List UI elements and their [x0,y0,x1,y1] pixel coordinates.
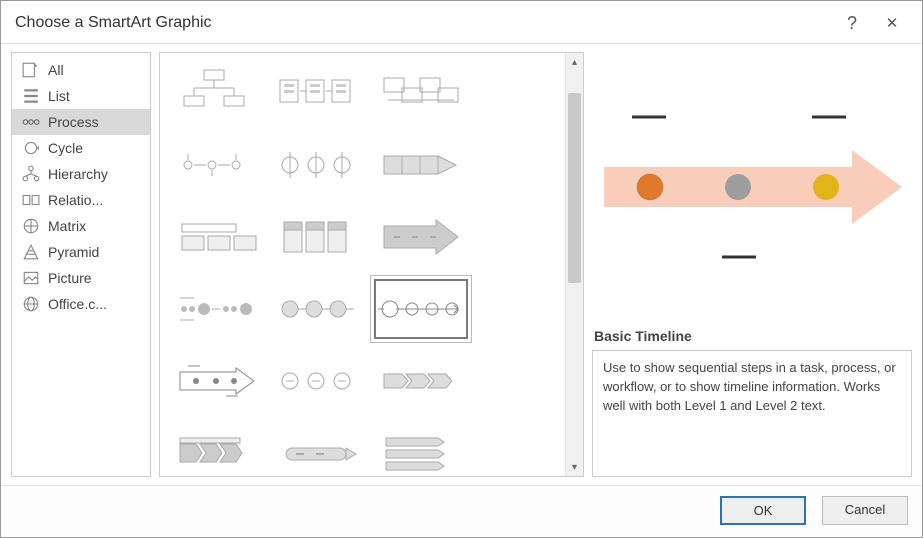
help-button[interactable]: ? [832,9,872,37]
gallery-thumb[interactable] [374,423,468,476]
sidebar-item-list[interactable]: List [12,83,150,109]
category-sidebar: All List Process Cycle Hierarchy Relatio… [11,52,151,477]
gallery-thumb[interactable] [374,135,468,195]
picture-icon [22,270,40,286]
sidebar-item-cycle[interactable]: Cycle [12,135,150,161]
sidebar-item-label: Process [48,114,99,130]
hierarchy-icon [22,166,40,182]
scroll-thumb[interactable] [568,93,581,283]
gallery-thumb[interactable] [170,135,264,195]
preview-canvas [592,52,912,322]
gallery-thumb-basic-timeline[interactable] [374,279,468,339]
sidebar-item-picture[interactable]: Picture [12,265,150,291]
gallery-scrollbar[interactable]: ▴ ▾ [565,53,583,476]
smartart-dialog: Choose a SmartArt Graphic ? ✕ All List P… [0,0,923,538]
scroll-up-arrow[interactable]: ▴ [566,53,583,71]
gallery-thumb[interactable] [272,351,366,411]
preview-panel: Basic Timeline Use to show sequential st… [592,52,912,477]
dialog-body: All List Process Cycle Hierarchy Relatio… [1,44,922,485]
titlebar: Choose a SmartArt Graphic ? ✕ [1,1,922,44]
gallery-thumb[interactable] [170,423,264,476]
sidebar-item-process[interactable]: Process [12,109,150,135]
sidebar-item-all[interactable]: All [12,57,150,83]
matrix-icon [22,218,40,234]
sidebar-item-label: Matrix [48,218,86,234]
gallery-wrap: ▴ ▾ [159,52,584,477]
sidebar-item-label: Picture [48,270,92,286]
close-button[interactable]: ✕ [872,9,912,37]
gallery-thumb[interactable] [170,279,264,339]
gallery-thumb[interactable] [170,63,264,123]
sidebar-item-office[interactable]: Office.c... [12,291,150,317]
preview-description: Use to show sequential steps in a task, … [592,350,912,477]
dialog-title: Choose a SmartArt Graphic [15,14,832,32]
preview-title: Basic Timeline [592,322,912,350]
sidebar-item-label: Office.c... [48,296,107,312]
cancel-button[interactable]: Cancel [822,496,908,525]
gallery-thumb[interactable] [272,279,366,339]
sidebar-item-label: Hierarchy [48,166,108,182]
sidebar-item-label: Pyramid [48,244,99,260]
sidebar-item-label: All [48,62,64,78]
sidebar-item-matrix[interactable]: Matrix [12,213,150,239]
relationship-icon [22,192,40,208]
dialog-footer: OK Cancel [1,485,922,537]
cycle-icon [22,140,40,156]
gallery-thumb[interactable] [272,135,366,195]
gallery-thumb[interactable] [374,63,468,123]
gallery-thumb[interactable] [374,207,468,267]
layout-gallery [160,53,565,476]
sidebar-item-pyramid[interactable]: Pyramid [12,239,150,265]
sidebar-item-label: Relatio... [48,192,103,208]
sidebar-item-label: List [48,88,70,104]
gallery-thumb[interactable] [272,63,366,123]
gallery-thumb[interactable] [170,207,264,267]
list-icon [22,88,40,104]
office-icon [22,296,40,312]
scroll-down-arrow[interactable]: ▾ [566,458,583,476]
ok-button[interactable]: OK [720,496,806,525]
sidebar-item-label: Cycle [48,140,83,156]
sidebar-item-hierarchy[interactable]: Hierarchy [12,161,150,187]
gallery-thumb[interactable] [374,351,468,411]
gallery-thumb[interactable] [170,351,264,411]
sidebar-item-relationship[interactable]: Relatio... [12,187,150,213]
gallery-thumb[interactable] [272,423,366,476]
pyramid-icon [22,244,40,260]
all-icon [22,62,40,78]
gallery-thumb[interactable] [272,207,366,267]
process-icon [22,114,40,130]
